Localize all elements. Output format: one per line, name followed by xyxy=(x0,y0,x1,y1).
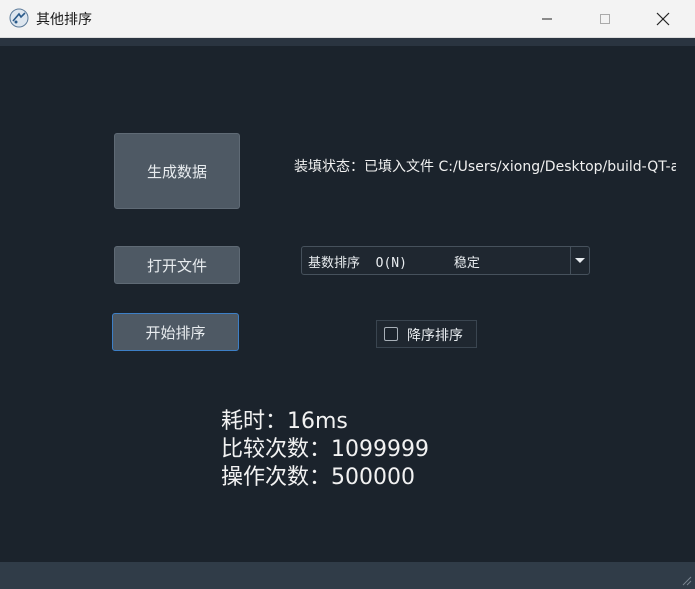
maximize-icon xyxy=(600,14,610,24)
title-bar: 其他排序 xyxy=(0,0,695,38)
compare-count: 比较次数：1099999 xyxy=(221,437,429,462)
start-sort-button[interactable]: 开始排序 xyxy=(112,313,239,351)
results-panel: 耗时：16ms 比较次数：1099999 操作次数：500000 xyxy=(221,408,429,492)
status-bar xyxy=(0,562,695,589)
generate-data-button[interactable]: 生成数据 xyxy=(114,133,240,209)
minimize-button[interactable] xyxy=(518,0,576,38)
chevron-down-icon xyxy=(575,257,585,263)
close-button[interactable] xyxy=(634,0,692,38)
descending-label: 降序排序 xyxy=(407,328,463,344)
load-status-label: 装填状态：已填入文件 C:/Users/xiong/Desktop/build-… xyxy=(294,159,676,175)
descending-checkbox[interactable] xyxy=(384,327,398,341)
maximize-button[interactable] xyxy=(576,0,634,38)
window-title: 其他排序 xyxy=(36,12,92,28)
sort-algorithm-value: 基数排序 O(N) 稳定 xyxy=(308,256,480,271)
close-icon xyxy=(656,12,670,26)
open-file-button[interactable]: 打开文件 xyxy=(114,246,240,284)
resize-grip-icon[interactable] xyxy=(680,574,692,586)
minimize-icon xyxy=(542,18,552,20)
descending-sort-option[interactable]: 降序排序 xyxy=(376,320,477,348)
toolbar-strip xyxy=(0,38,695,46)
elapsed-time: 耗时：16ms xyxy=(221,409,348,434)
operation-count: 操作次数：500000 xyxy=(221,465,415,490)
dropdown-arrow[interactable] xyxy=(570,247,589,274)
sort-algorithm-select[interactable]: 基数排序 O(N) 稳定 xyxy=(301,246,590,275)
app-icon xyxy=(9,8,29,28)
